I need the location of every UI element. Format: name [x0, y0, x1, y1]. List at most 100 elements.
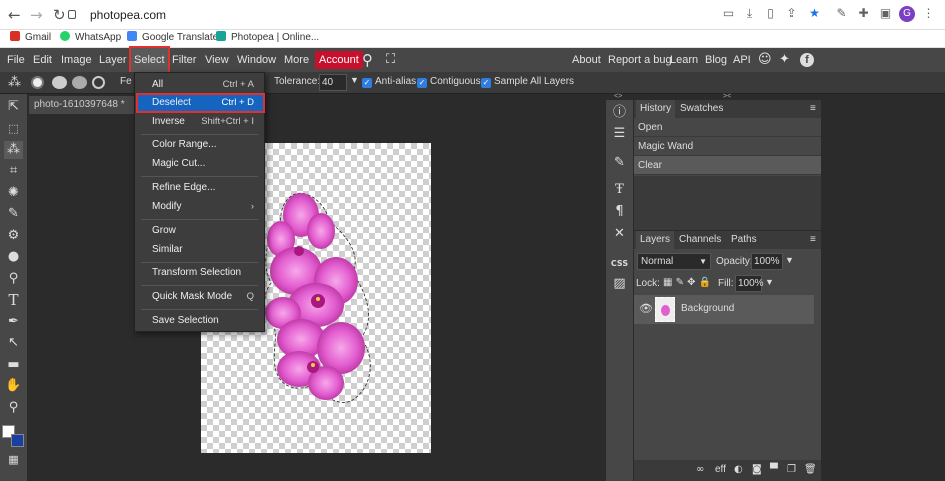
panel-menu-icon[interactable]: ≡	[806, 100, 820, 118]
link-api[interactable]: API	[733, 48, 751, 72]
fullscreen-icon[interactable]: ⛶	[386, 48, 395, 72]
sidepanel-icon[interactable]: ▣	[879, 7, 892, 20]
magic-wand-tool-icon[interactable]: ⁂	[8, 75, 21, 90]
more-vert-icon[interactable]: ⋮	[922, 7, 935, 20]
image-panel-icon[interactable]: ▨	[610, 275, 629, 293]
magic-wand-tool-icon[interactable]: ⁂	[4, 141, 23, 159]
menu-item-modify[interactable]: Modify ›	[135, 198, 264, 216]
collapse-arrows-icon[interactable]: <>	[614, 93, 622, 100]
history-entry[interactable]: Open	[634, 118, 821, 137]
extensions-icon[interactable]: ✚	[857, 7, 870, 20]
menu-edit[interactable]: Edit	[33, 48, 52, 72]
account-button[interactable]: Account	[315, 51, 363, 69]
menu-item-transform-selection[interactable]: Transform Selection	[135, 264, 264, 282]
share-icon[interactable]: ⇪	[785, 7, 798, 20]
menu-item-deselect[interactable]: Deselect Ctrl + D	[136, 93, 265, 113]
menu-window[interactable]: Window	[237, 48, 276, 72]
brush-settings-icon[interactable]: ✎	[610, 154, 629, 172]
document-tab[interactable]: photo-1610397648 *	[29, 96, 134, 114]
move-tool-icon[interactable]: ⇱	[4, 98, 23, 116]
trash-icon[interactable]: 🗑	[804, 464, 817, 475]
menu-item-save-selection[interactable]: Save Selection	[135, 312, 264, 330]
opacity-dropdown-icon[interactable]: ▼	[785, 255, 794, 265]
bookmark-whatsapp[interactable]: WhatsApp	[60, 31, 121, 45]
selection-subtract-icon[interactable]	[72, 76, 87, 89]
hand-tool-icon[interactable]: ✋	[4, 377, 23, 395]
bookmark-translate[interactable]: Google Translate	[127, 31, 218, 45]
menu-file[interactable]: File	[7, 48, 25, 72]
path-select-tool-icon[interactable]: ↖	[4, 334, 23, 352]
menu-item-all[interactable]: All Ctrl + A	[135, 76, 264, 94]
zoom-tool-icon[interactable]: ⚲	[4, 399, 23, 417]
mask-icon[interactable]: ◙	[752, 464, 762, 475]
brush-tool-icon[interactable]: ✎	[4, 205, 23, 223]
menu-filter[interactable]: Filter	[172, 48, 196, 72]
sample-all-layers-checkbox[interactable]: ✓ Sample All Layers	[481, 76, 574, 88]
menu-item-refine-edge[interactable]: Refine Edge...	[135, 179, 264, 197]
menu-view[interactable]: View	[205, 48, 229, 72]
antialias-checkbox[interactable]: ✓ Anti-alias	[362, 76, 416, 88]
bookmark-gmail[interactable]: Gmail	[10, 31, 51, 45]
eye-icon[interactable]: 👁	[639, 302, 653, 315]
layer-row-background[interactable]: 👁 Background	[634, 295, 814, 324]
stamp-tool-icon[interactable]: ⚙	[4, 227, 23, 245]
pen-tool-icon[interactable]: ✒	[4, 313, 23, 331]
link-blog[interactable]: Blog	[705, 48, 727, 72]
lock-icons[interactable]: ▦ ✎ ✥ 🔒	[663, 277, 711, 288]
marquee-tool-icon[interactable]: ⬚	[4, 120, 23, 138]
menu-item-color-range[interactable]: Color Range...	[135, 136, 264, 154]
shape-tool-icon[interactable]: ▬	[4, 356, 23, 374]
tab-layers[interactable]: Layers	[636, 231, 675, 249]
back-icon[interactable]: ←	[8, 6, 21, 24]
history-entry[interactable]: Clear	[634, 156, 821, 175]
type-tool-icon[interactable]: T	[4, 291, 23, 309]
tool-presets-icon[interactable]: ✕	[610, 225, 629, 243]
bookmark-star-icon[interactable]: ★	[808, 7, 821, 20]
history-entry[interactable]: Magic Wand	[634, 137, 821, 156]
new-layer-icon[interactable]: ❐	[787, 464, 796, 475]
background-color-swatch[interactable]	[11, 434, 24, 447]
character-icon[interactable]: Ŧ	[610, 181, 629, 199]
properties-icon[interactable]: ☰	[610, 125, 629, 143]
tolerance-dropdown-icon[interactable]: ▼	[350, 75, 359, 85]
spot-heal-tool-icon[interactable]: ✺	[4, 184, 23, 202]
collapse-arrows-icon[interactable]: ><	[723, 93, 731, 100]
paragraph-icon[interactable]: ¶	[610, 203, 629, 221]
reddit-icon[interactable]: ☺	[758, 48, 772, 72]
link-layers-icon[interactable]: ∞	[696, 464, 704, 475]
menu-item-quick-mask[interactable]: Quick Mask Mode Q	[135, 288, 264, 306]
adjustment-icon[interactable]: ◐	[734, 464, 743, 475]
menu-item-similar[interactable]: Similar	[135, 241, 264, 259]
eyedropper-icon[interactable]: ✎	[835, 7, 848, 20]
link-report-bug[interactable]: Report a bug	[608, 48, 672, 72]
fill-input[interactable]: 100%	[735, 275, 764, 292]
tab-history[interactable]: History	[636, 100, 676, 118]
menu-item-inverse[interactable]: Inverse Shift+Ctrl + I	[135, 113, 264, 131]
twitter-icon[interactable]: ✦	[779, 48, 790, 72]
blur-tool-icon[interactable]: ●	[4, 248, 23, 266]
blend-mode-select[interactable]: Normal ▼	[637, 253, 711, 270]
contiguous-checkbox[interactable]: ✓ Contiguous	[417, 76, 481, 88]
css-panel-button[interactable]: CSS	[610, 255, 629, 273]
cast-icon[interactable]: ▭	[722, 7, 735, 20]
bookmark-photopea[interactable]: Photopea | Online...	[216, 31, 319, 45]
fill-dropdown-icon[interactable]: ▼	[765, 277, 774, 287]
screenshot-icon[interactable]: ⤓	[743, 7, 756, 20]
selection-new-icon[interactable]	[31, 76, 44, 89]
panel-menu-icon[interactable]: ≡	[806, 231, 820, 249]
tab-paths[interactable]: Paths	[727, 231, 761, 249]
forward-icon[interactable]: →	[30, 6, 43, 24]
dodge-tool-icon[interactable]: ⚲	[4, 270, 23, 288]
effects-button[interactable]: eff	[715, 464, 726, 475]
tab-swatches[interactable]: Swatches	[676, 100, 727, 118]
address-bar[interactable]: photopea.com	[68, 4, 708, 26]
tab-channels[interactable]: Channels	[675, 231, 725, 249]
tolerance-input[interactable]: 40	[319, 74, 347, 91]
menu-image[interactable]: Image	[61, 48, 92, 72]
menu-item-magic-cut[interactable]: Magic Cut...	[135, 155, 264, 173]
crop-tool-icon[interactable]: ⌗	[4, 162, 23, 180]
menu-more[interactable]: More	[284, 48, 309, 72]
link-learn[interactable]: Learn	[670, 48, 698, 72]
menu-layer[interactable]: Layer	[99, 48, 127, 72]
facebook-icon[interactable]: f	[800, 53, 814, 67]
